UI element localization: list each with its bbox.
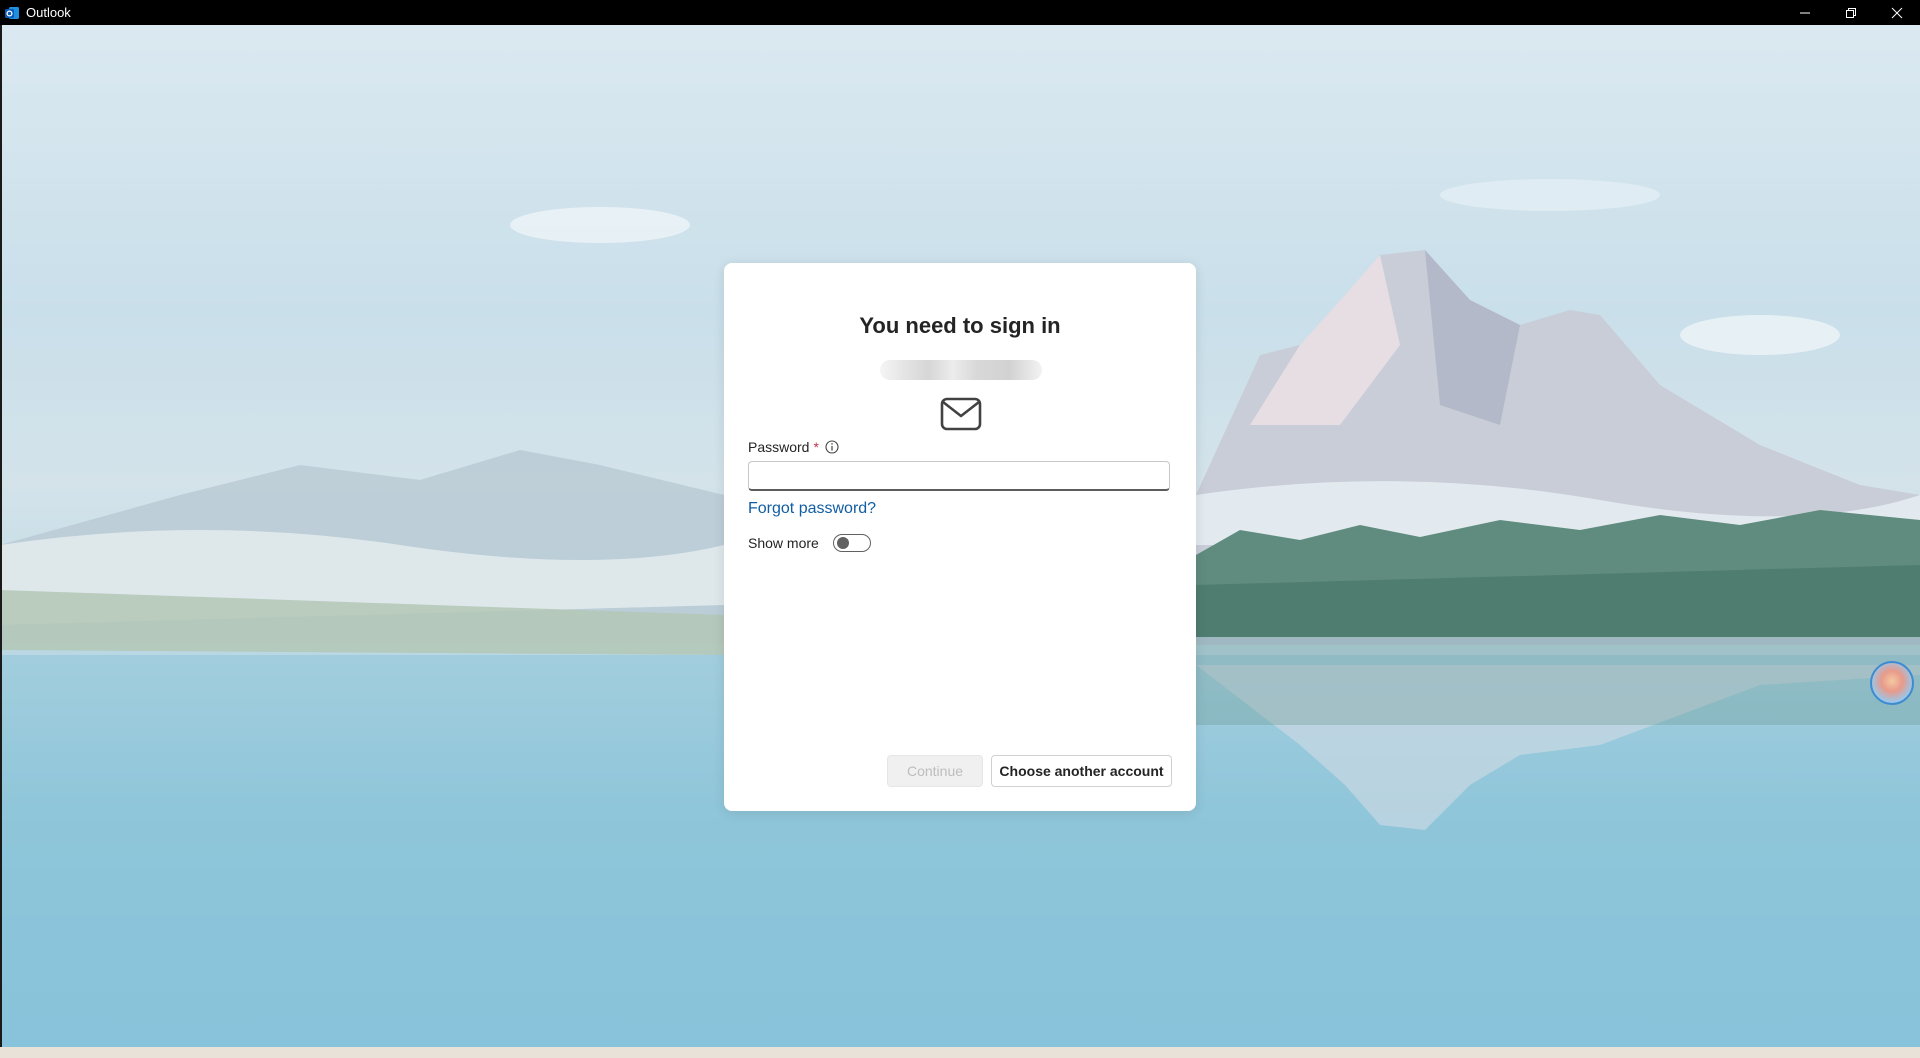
sign-in-dialog: You need to sign in Password * Forgot pa… <box>724 263 1196 811</box>
forgot-password-link[interactable]: Forgot password? <box>748 500 876 518</box>
outlook-icon <box>4 5 20 21</box>
restore-button[interactable] <box>1828 0 1874 25</box>
account-email-redacted <box>880 360 1042 380</box>
required-marker: * <box>813 439 819 455</box>
avatar[interactable] <box>1870 661 1914 705</box>
restore-icon <box>1846 7 1856 18</box>
choose-another-account-button[interactable]: Choose another account <box>991 755 1172 787</box>
continue-button[interactable]: Continue <box>887 755 983 787</box>
password-input[interactable] <box>748 461 1170 491</box>
close-button[interactable] <box>1874 0 1920 25</box>
taskbar-edge <box>0 1047 1920 1058</box>
show-more-row: Show more <box>748 534 871 552</box>
minimize-button[interactable] <box>1782 0 1828 25</box>
show-more-label: Show more <box>748 535 819 551</box>
password-label-row: Password * <box>748 439 839 455</box>
info-icon[interactable] <box>825 440 839 454</box>
minimize-icon <box>1800 12 1810 13</box>
toggle-knob <box>836 537 849 549</box>
mail-icon <box>940 397 982 431</box>
show-more-toggle[interactable] <box>832 534 871 552</box>
title-bar: Outlook <box>0 0 1920 25</box>
window-controls <box>1782 0 1920 25</box>
dialog-title: You need to sign in <box>859 313 1061 338</box>
close-icon <box>1891 7 1903 18</box>
window-title: Outlook <box>26 5 71 20</box>
window-border <box>0 25 2 1047</box>
password-label: Password <box>748 439 810 455</box>
